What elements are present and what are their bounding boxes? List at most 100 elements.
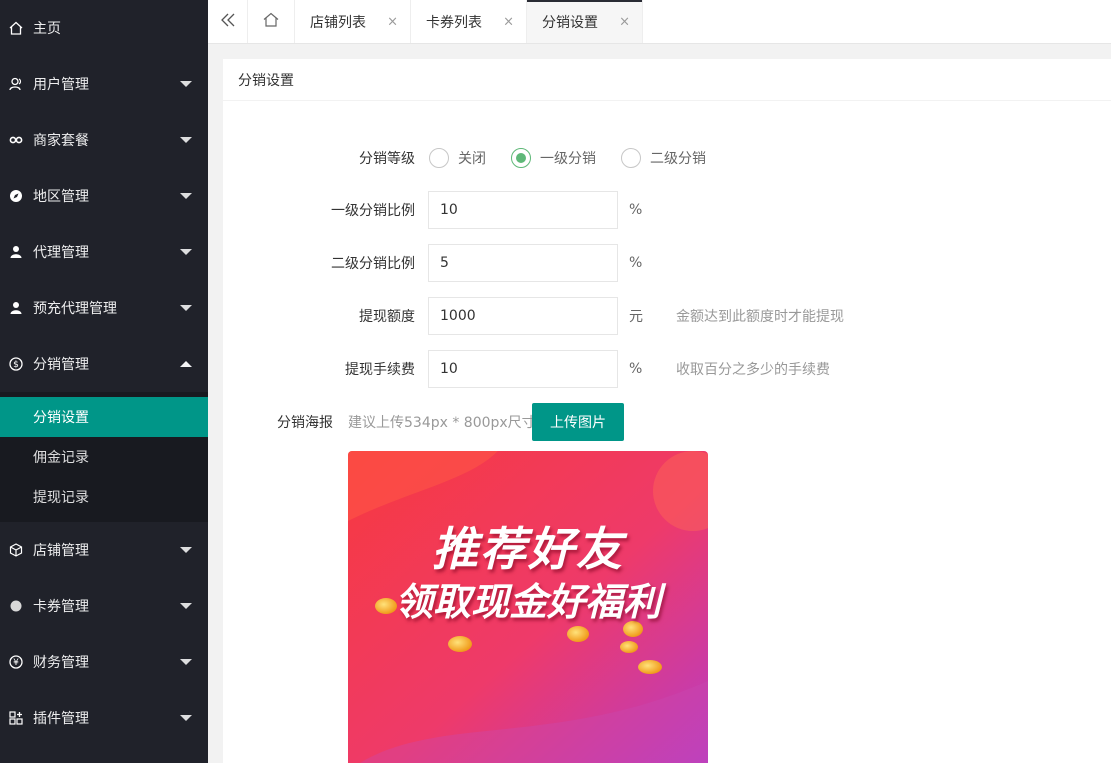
sidebar-subitem-distribution-settings[interactable]: 分销设置 bbox=[0, 397, 208, 437]
close-icon[interactable]: × bbox=[387, 14, 398, 29]
radio-label: 一级分销 bbox=[540, 151, 596, 167]
withdraw-amount-hint: 金额达到此额度时才能提现 bbox=[676, 309, 844, 325]
close-icon[interactable]: × bbox=[503, 14, 514, 29]
radio-circle bbox=[429, 148, 449, 168]
sidebar-item-label: 插件管理 bbox=[33, 711, 89, 727]
chevron-down-icon bbox=[180, 715, 192, 721]
chevron-down-icon bbox=[180, 659, 192, 665]
tab-bar: 店铺列表 × 卡券列表 × 分销设置 × bbox=[208, 0, 1111, 44]
chevron-down-icon bbox=[180, 81, 192, 87]
tab-distribution-settings[interactable]: 分销设置 × bbox=[527, 0, 643, 43]
user-icon bbox=[8, 244, 24, 260]
radio-label: 关闭 bbox=[458, 151, 486, 167]
users-icon bbox=[8, 76, 24, 92]
cube-icon bbox=[8, 542, 24, 558]
user-icon bbox=[8, 300, 24, 316]
sidebar-item-agents[interactable]: 代理管理 bbox=[0, 224, 208, 280]
sidebar-item-label: 财务管理 bbox=[33, 655, 89, 671]
sidebar-subitem-withdraw-records[interactable]: 提现记录 bbox=[0, 477, 208, 517]
collapse-tabs-button[interactable] bbox=[208, 0, 248, 43]
radio-level-two[interactable]: 二级分销 bbox=[621, 148, 706, 168]
double-chevron-left-icon bbox=[220, 13, 236, 31]
sidebar-item-label: 地区管理 bbox=[33, 189, 89, 205]
sidebar: 主页 用户管理 商家套餐 地区管理 代理管理 预充代理管理 $ 分销管理 分销设… bbox=[0, 0, 208, 763]
compass-icon bbox=[8, 188, 24, 204]
chevron-down-icon bbox=[180, 249, 192, 255]
sidebar-item-label: 商家套餐 bbox=[33, 133, 89, 149]
sidebar-item-shops[interactable]: 店铺管理 bbox=[0, 522, 208, 578]
chevron-down-icon bbox=[180, 603, 192, 609]
dollar-icon: $ bbox=[8, 356, 24, 372]
radio-level-one[interactable]: 一级分销 bbox=[511, 148, 596, 168]
sidebar-item-label: 分销管理 bbox=[33, 357, 89, 373]
radio-off[interactable]: 关闭 bbox=[429, 148, 486, 168]
sidebar-item-prepaid-agents[interactable]: 预充代理管理 bbox=[0, 280, 208, 336]
withdraw-amount-unit: 元 bbox=[629, 309, 643, 325]
sidebar-item-home[interactable]: 主页 bbox=[0, 0, 208, 56]
poster-subline: 领取现金好福利 bbox=[394, 580, 661, 624]
link-icon bbox=[8, 132, 24, 148]
tab-label: 店铺列表 bbox=[310, 14, 366, 31]
first-rate-input[interactable]: 10 bbox=[428, 191, 618, 229]
tab-shop-list[interactable]: 店铺列表 × bbox=[295, 0, 411, 43]
sidebar-subitem-commission-records[interactable]: 佣金记录 bbox=[0, 437, 208, 477]
sidebar-item-plugins[interactable]: 插件管理 bbox=[0, 690, 208, 746]
sidebar-item-coupons[interactable]: 卡券管理 bbox=[0, 578, 208, 634]
chevron-down-icon bbox=[180, 137, 192, 143]
settings-card: 分销设置 分销等级 关闭 一级分销 二级分销 一级分销比例 10 % 二级分销比… bbox=[223, 59, 1111, 763]
sidebar-item-packages[interactable]: 商家套餐 bbox=[0, 112, 208, 168]
form-row-first-rate: 一级分销比例 10 % bbox=[223, 191, 1111, 229]
radio-label: 二级分销 bbox=[650, 151, 706, 167]
withdraw-fee-unit: % bbox=[629, 361, 643, 377]
withdraw-fee-input[interactable]: 10 bbox=[428, 350, 618, 388]
first-rate-label: 一级分销比例 bbox=[331, 203, 415, 219]
withdraw-amount-label: 提现额度 bbox=[359, 309, 415, 325]
poster-size-hint: 建议上传534px * 800px尺寸 bbox=[348, 415, 536, 431]
chevron-down-icon bbox=[180, 305, 192, 311]
form-row-withdraw-amount: 提现额度 1000 元 金额达到此额度时才能提现 bbox=[223, 297, 1111, 335]
sidebar-item-label: 用户管理 bbox=[33, 77, 89, 93]
second-rate-label: 二级分销比例 bbox=[331, 256, 415, 272]
second-rate-input[interactable]: 5 bbox=[428, 244, 618, 282]
withdraw-fee-label: 提现手续费 bbox=[345, 362, 415, 378]
tab-label: 卡券列表 bbox=[426, 14, 482, 31]
second-rate-unit: % bbox=[629, 255, 643, 271]
radio-circle bbox=[621, 148, 641, 168]
withdraw-fee-hint: 收取百分之多少的手续费 bbox=[676, 362, 830, 378]
form-row-level: 分销等级 关闭 一级分销 二级分销 bbox=[223, 139, 1111, 177]
withdraw-amount-input[interactable]: 1000 bbox=[428, 297, 618, 335]
sidebar-item-label: 代理管理 bbox=[33, 245, 89, 261]
chevron-up-icon bbox=[180, 361, 192, 367]
first-rate-unit: % bbox=[629, 202, 643, 218]
sidebar-item-regions[interactable]: 地区管理 bbox=[0, 168, 208, 224]
svg-text:$: $ bbox=[13, 360, 19, 370]
form-row-poster: 分销海报 建议上传534px * 800px尺寸 bbox=[223, 403, 1111, 441]
chevron-down-icon bbox=[180, 547, 192, 553]
poster-image[interactable]: 推荐好友 领取现金好福利 bbox=[348, 451, 708, 763]
form-row-second-rate: 二级分销比例 5 % bbox=[223, 244, 1111, 282]
sidebar-item-users[interactable]: 用户管理 bbox=[0, 56, 208, 112]
sidebar-submenu: 分销设置 佣金记录 提现记录 bbox=[0, 392, 208, 522]
apps-icon bbox=[8, 710, 24, 726]
sidebar-item-label: 主页 bbox=[33, 21, 61, 37]
home-icon bbox=[263, 12, 279, 31]
upload-image-button[interactable]: 上传图片 bbox=[532, 403, 624, 441]
radio-circle bbox=[511, 148, 531, 168]
sidebar-item-label: 预充代理管理 bbox=[33, 301, 117, 317]
circle-icon bbox=[8, 598, 24, 614]
tab-label: 分销设置 bbox=[542, 14, 598, 31]
sidebar-item-distribution[interactable]: $ 分销管理 bbox=[0, 336, 208, 392]
yen-icon: ¥ bbox=[8, 654, 24, 670]
close-icon[interactable]: × bbox=[619, 14, 630, 29]
card-title: 分销设置 bbox=[223, 59, 1111, 101]
poster-headline: 推荐好友 bbox=[432, 522, 624, 576]
sidebar-item-finance[interactable]: ¥ 财务管理 bbox=[0, 634, 208, 690]
sidebar-item-label: 店铺管理 bbox=[33, 543, 89, 559]
tab-home[interactable] bbox=[248, 0, 295, 43]
poster-label: 分销海报 bbox=[277, 415, 333, 431]
form-row-withdraw-fee: 提现手续费 10 % 收取百分之多少的手续费 bbox=[223, 350, 1111, 388]
sidebar-item-label: 卡券管理 bbox=[33, 599, 89, 615]
tab-coupon-list[interactable]: 卡券列表 × bbox=[411, 0, 527, 43]
level-label: 分销等级 bbox=[359, 151, 415, 167]
home-icon bbox=[8, 20, 24, 36]
